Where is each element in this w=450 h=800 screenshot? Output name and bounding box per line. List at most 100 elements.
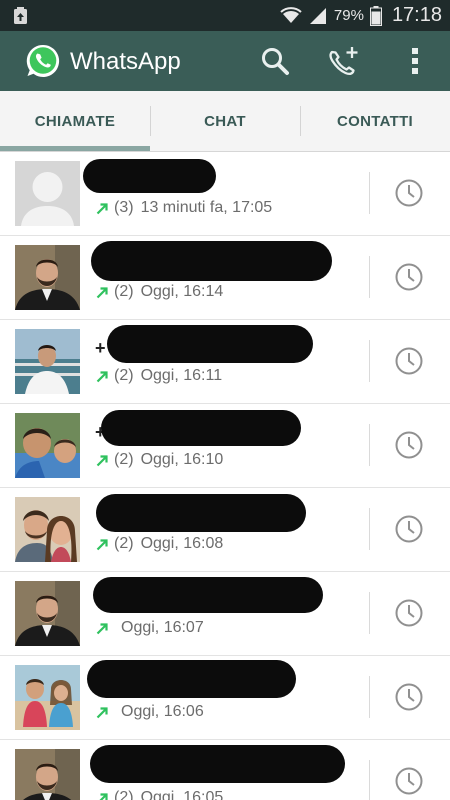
call-info: (2) Oggi, 16:10: [96, 451, 223, 469]
call-time: Oggi, 16:11: [140, 367, 223, 384]
call-time: Oggi, 16:07: [121, 619, 204, 636]
call-time: Oggi, 16:05: [140, 789, 224, 800]
call-time: Oggi, 16:06: [121, 703, 204, 720]
avatar-photo[interactable]: [15, 749, 80, 800]
call-row[interactable]: (3) 13 minuti fa, 17:05: [0, 152, 450, 236]
call-info: Oggi, 16:06: [96, 703, 204, 721]
call-info: (2) Oggi, 16:05: [96, 789, 223, 800]
contact-photo: [15, 497, 80, 562]
call-count: (2): [114, 535, 134, 552]
battery-icon: [369, 5, 382, 26]
row-divider: [369, 592, 370, 634]
call-row[interactable]: + (2) Oggi, 16:11: [0, 320, 450, 404]
row-divider: [369, 172, 370, 214]
row-divider: [369, 676, 370, 718]
call-row[interactable]: Oggi, 16:06: [0, 656, 450, 740]
contact-name-redacted: [93, 577, 323, 613]
app-title: WhatsApp: [70, 48, 181, 75]
default-avatar-icon: [15, 161, 80, 226]
new-call-button[interactable]: [325, 43, 361, 79]
call-history-clock-icon[interactable]: [394, 514, 424, 544]
whatsapp-logo-icon: [26, 44, 60, 77]
outgoing-call-icon: [96, 622, 108, 634]
call-history-clock-icon[interactable]: [394, 178, 424, 208]
call-row[interactable]: + (2) Oggi, 16:10: [0, 404, 450, 488]
status-bar: 79% 17:18: [0, 0, 450, 31]
tab-chat[interactable]: CHAT: [150, 91, 300, 152]
call-time: Oggi, 16:10: [140, 451, 224, 468]
row-divider: [369, 424, 370, 466]
call-row[interactable]: (2) Oggi, 16:14: [0, 236, 450, 320]
call-row[interactable]: (2) Oggi, 16:08: [0, 488, 450, 572]
contact-name-redacted: [83, 159, 216, 193]
contact-photo: [15, 665, 80, 730]
contact-name-redacted: [91, 241, 332, 281]
tab-bar: CHIAMATE CHAT CONTATTI: [0, 91, 450, 152]
call-history-clock-icon[interactable]: [394, 598, 424, 628]
outgoing-call-icon: [96, 538, 108, 550]
call-count: (2): [114, 789, 134, 800]
avatar-photo[interactable]: [15, 497, 80, 562]
contact-photo: [15, 749, 80, 800]
call-info: (2) Oggi, 16:11: [96, 367, 222, 385]
wifi-icon: [280, 6, 302, 23]
call-time: Oggi, 16:14: [140, 283, 224, 300]
call-count: (2): [114, 367, 134, 384]
call-info: (3) 13 minuti fa, 17:05: [96, 199, 272, 217]
row-divider: [369, 760, 370, 800]
contact-name-redacted: [90, 745, 345, 783]
row-divider: [369, 340, 370, 382]
outgoing-call-icon: [96, 202, 108, 214]
call-history-clock-icon[interactable]: [394, 682, 424, 712]
call-history-clock-icon[interactable]: [394, 766, 424, 796]
contact-photo: [15, 413, 80, 478]
avatar-photo[interactable]: [15, 329, 80, 394]
avatar-photo[interactable]: [15, 665, 80, 730]
row-divider: [369, 256, 370, 298]
contact-name-redacted: [107, 325, 313, 363]
outgoing-call-icon: [98, 792, 108, 800]
contact-name-visible: +: [95, 338, 106, 358]
status-time: 17:18: [391, 4, 442, 26]
row-divider: [369, 508, 370, 550]
signal-icon: [309, 7, 326, 24]
battery-percentage: 79%: [333, 7, 364, 24]
call-info: (2) Oggi, 16:14: [96, 283, 223, 301]
call-time: Oggi, 16:08: [140, 535, 224, 552]
call-count: (3): [114, 199, 134, 216]
call-history-clock-icon[interactable]: [394, 430, 424, 460]
contact-name-redacted: [101, 410, 301, 446]
add-call-icon: [329, 47, 358, 76]
call-info: Oggi, 16:07: [96, 619, 204, 637]
call-info: (2) Oggi, 16:08: [96, 535, 223, 553]
call-count: (2): [114, 283, 134, 300]
contact-photo: [15, 245, 80, 310]
search-button[interactable]: [257, 43, 293, 79]
avatar-photo[interactable]: [15, 245, 80, 310]
tab-chiamate[interactable]: CHIAMATE: [0, 91, 150, 152]
search-icon: [262, 48, 289, 75]
overflow-menu-button[interactable]: [397, 43, 433, 79]
selected-tab-indicator: [0, 146, 150, 151]
outgoing-call-icon: [96, 706, 108, 718]
outgoing-call-icon: [96, 286, 108, 298]
call-history-clock-icon[interactable]: [394, 262, 424, 292]
contact-name-redacted: [87, 660, 296, 698]
overflow-menu-icon: [412, 48, 418, 74]
avatar-default[interactable]: [15, 161, 80, 226]
call-history-clock-icon[interactable]: [394, 346, 424, 376]
contact-photo: [15, 329, 80, 394]
contact-photo: [15, 581, 80, 646]
tab-contatti[interactable]: CONTATTI: [300, 91, 450, 152]
avatar-photo[interactable]: [15, 413, 80, 478]
call-row[interactable]: Oggi, 16:07: [0, 572, 450, 656]
recycle-icon: [14, 7, 27, 24]
call-count: (2): [114, 451, 134, 468]
outgoing-call-icon: [96, 454, 108, 466]
app-bar: WhatsApp: [0, 31, 450, 91]
call-row[interactable]: (2) Oggi, 16:05: [0, 740, 450, 800]
call-time: 13 minuti fa, 17:05: [140, 199, 273, 216]
outgoing-call-icon: [96, 370, 108, 382]
contact-name-redacted: [96, 494, 306, 532]
avatar-photo[interactable]: [15, 581, 80, 646]
